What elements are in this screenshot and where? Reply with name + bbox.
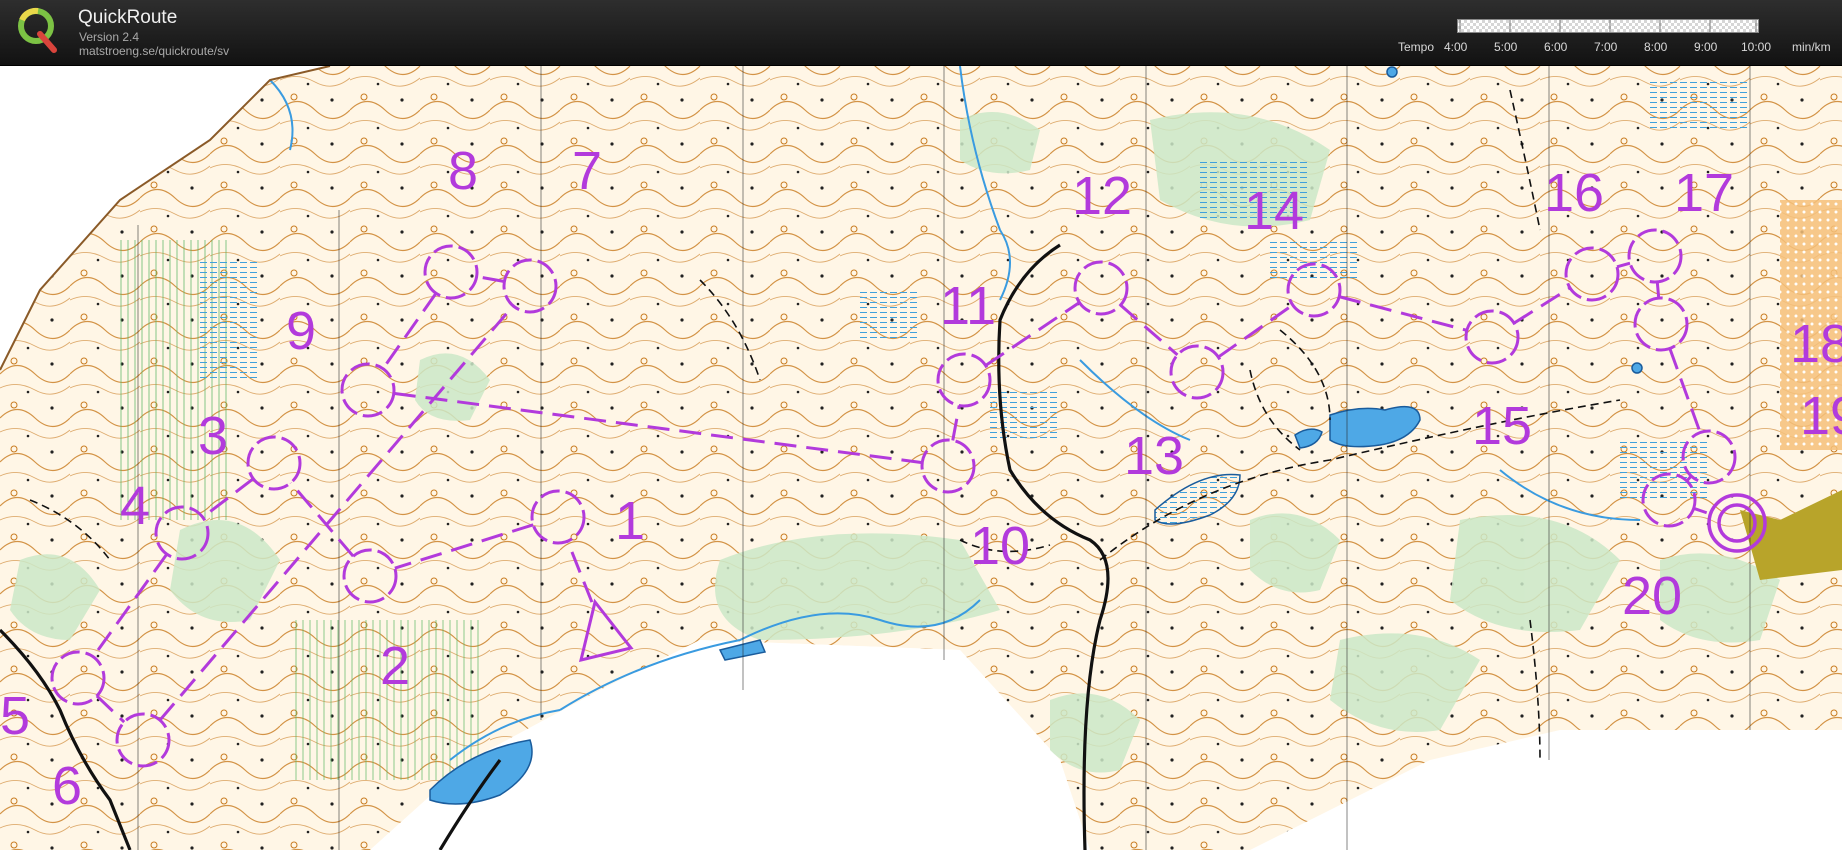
control-number: 17 bbox=[1674, 163, 1734, 223]
app-url[interactable]: matstroeng.se/quickroute/sv bbox=[79, 44, 229, 58]
control-number: 5 bbox=[0, 686, 30, 746]
control-number: 2 bbox=[380, 636, 410, 696]
tempo-label: Tempo bbox=[1398, 40, 1435, 54]
control-number: 4 bbox=[120, 476, 150, 536]
control-number: 6 bbox=[52, 756, 82, 816]
tempo-tick: 8:00 bbox=[1644, 40, 1668, 54]
control-number: 12 bbox=[1072, 166, 1132, 226]
control-number: 7 bbox=[572, 141, 602, 201]
tempo-tick: 9:00 bbox=[1694, 40, 1718, 54]
app-title: QuickRoute bbox=[78, 7, 178, 28]
orienteering-map[interactable]: 1234567891011121314151617181920 bbox=[0, 66, 1842, 850]
control-number: 3 bbox=[198, 406, 228, 466]
tempo-unit: min/km bbox=[1792, 40, 1831, 54]
app-version: Version 2.4 bbox=[79, 30, 140, 44]
control-number: 19 bbox=[1800, 386, 1842, 446]
quickroute-logo-icon bbox=[18, 7, 57, 53]
control-number: 8 bbox=[448, 141, 478, 201]
control-number: 14 bbox=[1244, 181, 1304, 241]
tempo-color-scale bbox=[1457, 19, 1759, 33]
control-number: 18 bbox=[1790, 314, 1842, 374]
app-header: QuickRoute Version 2.4 matstroeng.se/qui… bbox=[0, 0, 1842, 66]
tempo-tick: 4:00 bbox=[1444, 40, 1468, 54]
control-number: 16 bbox=[1544, 163, 1604, 223]
tempo-tick: 7:00 bbox=[1594, 40, 1618, 54]
control-number: 1 bbox=[615, 491, 645, 551]
control-number: 11 bbox=[940, 276, 996, 336]
tempo-tick: 10:00 bbox=[1741, 40, 1772, 54]
control-number: 9 bbox=[286, 301, 316, 361]
tempo-tick: 6:00 bbox=[1544, 40, 1568, 54]
course-leg bbox=[1655, 281, 1661, 299]
control-number: 15 bbox=[1472, 396, 1532, 456]
tempo-tick: 5:00 bbox=[1494, 40, 1518, 54]
control-number: 13 bbox=[1124, 426, 1184, 486]
control-number: 10 bbox=[970, 516, 1030, 576]
control-number: 20 bbox=[1622, 566, 1682, 626]
